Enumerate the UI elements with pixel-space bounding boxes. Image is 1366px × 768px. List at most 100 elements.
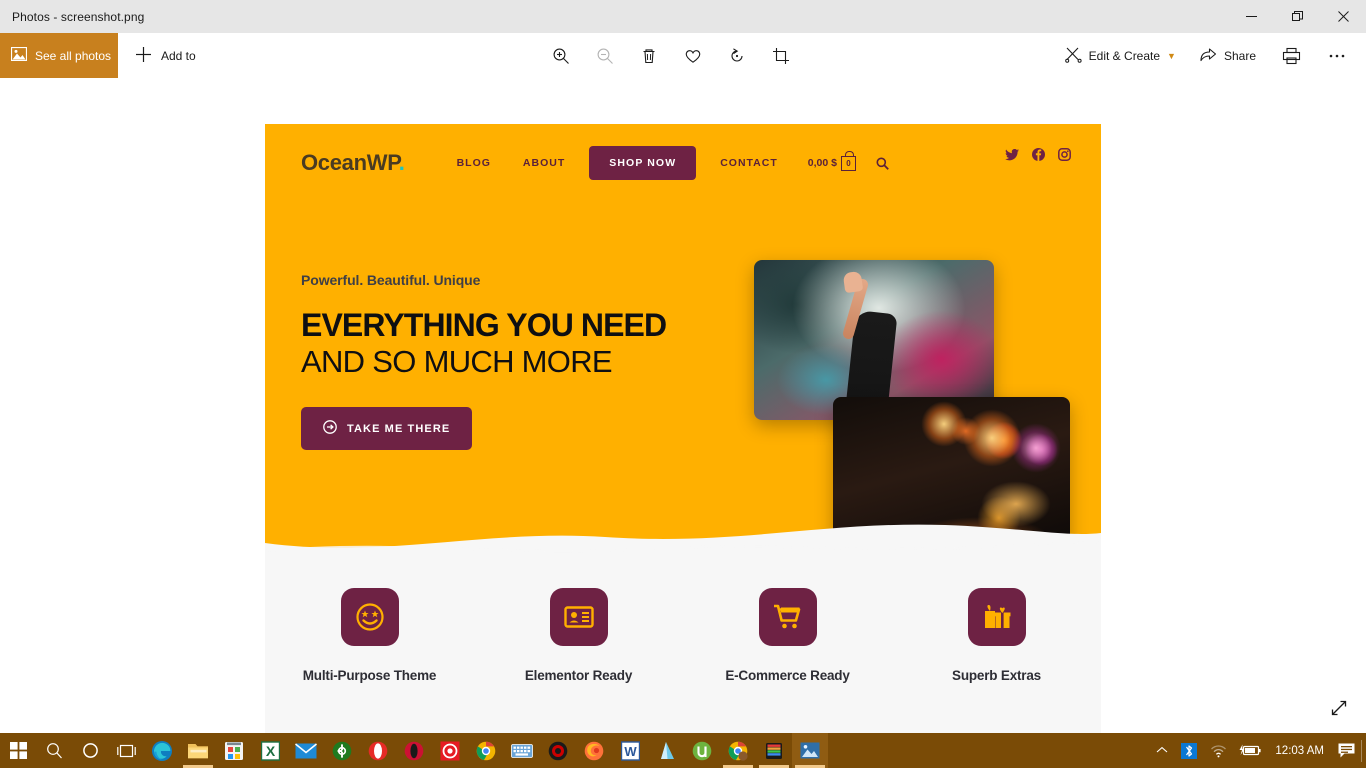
feature-multi-purpose-theme[interactable]: Multi-Purpose Theme [265, 588, 474, 733]
chrome-beta-icon[interactable] [720, 733, 756, 768]
more-options-icon[interactable] [1316, 35, 1358, 77]
instagram-icon[interactable] [1058, 148, 1071, 166]
taskbar-clock[interactable]: 12:03 AM [1267, 745, 1332, 757]
share-icon [1200, 47, 1217, 65]
feature-ecommerce-ready[interactable]: E-Commerce Ready [683, 588, 892, 733]
wave-divider [265, 524, 1101, 566]
see-all-photos-button[interactable]: See all photos [0, 33, 118, 78]
rotate-icon[interactable] [716, 35, 758, 77]
ubuntu-icon[interactable] [324, 733, 360, 768]
onscreen-keyboard-icon[interactable] [504, 733, 540, 768]
smoke-figure-hand [842, 270, 864, 294]
hero-copy: Powerful. Beautiful. Unique EVERYTHING Y… [301, 272, 721, 451]
share-button[interactable]: Share [1190, 35, 1266, 77]
search-icon[interactable] [876, 157, 889, 170]
hero-headline-light: AND SO MUCH MORE [301, 343, 613, 379]
cart-price: 0,00 $ [807, 157, 837, 169]
maximize-restore-button[interactable] [1274, 0, 1320, 33]
azure-data-studio-icon[interactable] [648, 733, 684, 768]
social-links [1005, 148, 1071, 166]
shopping-cart-icon [758, 588, 817, 646]
toolbar-center-tools [540, 35, 802, 77]
primary-nav: BLOG ABOUT SHOP NOW CONTACT 0,00 $ 0 [441, 146, 889, 180]
firework-burst [921, 401, 967, 447]
smiley-star-eyes-icon [340, 588, 399, 646]
shop-now-button[interactable]: SHOP NOW [589, 146, 697, 180]
facebook-icon[interactable] [1032, 148, 1045, 166]
firefox-icon[interactable] [576, 733, 612, 768]
svg-text:W: W [624, 744, 637, 759]
chevron-down-icon: ▼ [1167, 50, 1176, 61]
close-button[interactable] [1320, 0, 1366, 33]
wifi-icon[interactable] [1204, 733, 1233, 768]
twitter-icon[interactable] [1005, 148, 1019, 166]
winrar-icon[interactable] [756, 733, 792, 768]
excel-icon[interactable]: X [252, 733, 288, 768]
nav-item-about[interactable]: ABOUT [507, 157, 581, 169]
site-logo-dot: . [398, 150, 405, 175]
screenshot-image[interactable]: OceanWP. BLOG ABOUT SHOP NOW CONTACT 0,0… [265, 124, 1101, 733]
nav-item-blog[interactable]: BLOG [441, 157, 507, 169]
microsoft-store-icon[interactable] [216, 733, 252, 768]
take-me-there-button[interactable]: TAKE ME THERE [301, 407, 473, 451]
gift-boxes-icon [967, 588, 1026, 646]
site-logo[interactable]: OceanWP. [301, 150, 405, 176]
feature-label: Multi-Purpose Theme [302, 668, 437, 683]
edge-icon[interactable] [144, 733, 180, 768]
feature-elementor-ready[interactable]: Elementor Ready [474, 588, 683, 733]
cortana-button[interactable] [72, 733, 108, 768]
action-center-icon[interactable] [1332, 733, 1361, 768]
hero-headline-bold: EVERYTHING YOU NEED [301, 307, 667, 343]
print-icon[interactable] [1270, 35, 1312, 77]
utorrent-icon[interactable] [684, 733, 720, 768]
add-to-button[interactable]: Add to [136, 46, 196, 65]
svg-text:X: X [265, 743, 275, 759]
window-title: Photos - screenshot.png [12, 9, 145, 24]
hero-eyebrow: Powerful. Beautiful. Unique [301, 272, 481, 288]
file-explorer-icon[interactable] [180, 733, 216, 768]
id-card-icon [549, 588, 608, 646]
add-to-label: Add to [161, 48, 196, 63]
search-button[interactable] [36, 733, 72, 768]
window-controls [1228, 0, 1366, 33]
nav-item-contact[interactable]: CONTACT [704, 157, 794, 169]
site-navbar: OceanWP. BLOG ABOUT SHOP NOW CONTACT 0,0… [265, 124, 1101, 180]
feature-label: Elementor Ready [524, 668, 633, 683]
bluetooth-icon[interactable] [1174, 733, 1204, 768]
start-button[interactable] [0, 733, 36, 768]
opera-icon[interactable] [360, 733, 396, 768]
show-desktop-button[interactable] [1361, 739, 1362, 762]
see-all-photos-label: See all photos [35, 48, 112, 63]
favorite-icon[interactable] [672, 35, 714, 77]
word-icon[interactable]: W [612, 733, 648, 768]
screen-recorder-icon[interactable] [432, 733, 468, 768]
mail-icon[interactable] [288, 733, 324, 768]
crop-icon[interactable] [760, 35, 802, 77]
battery-charging-icon[interactable] [1233, 733, 1267, 768]
delete-icon[interactable] [628, 35, 670, 77]
share-label: Share [1223, 48, 1256, 63]
expand-fullscreen-icon[interactable] [1324, 693, 1354, 723]
edit-and-create-button[interactable]: Edit & Create ▼ [1055, 35, 1186, 77]
task-view-button[interactable] [108, 733, 144, 768]
photos-app-toolbar: See all photos Add to Edit & Create ▼ Sh… [0, 33, 1366, 78]
show-hidden-icons-button[interactable] [1150, 733, 1174, 768]
zoom-in-icon[interactable] [540, 35, 582, 77]
zoom-out-icon[interactable] [584, 35, 626, 77]
chrome-icon[interactable] [468, 733, 504, 768]
window-titlebar: Photos - screenshot.png [0, 0, 1366, 33]
features-section: Multi-Purpose Theme Elementor Ready E-Co… [265, 566, 1101, 733]
photos-icon[interactable] [792, 733, 828, 768]
windows-taskbar: X W 12:03 AM [0, 733, 1366, 768]
take-me-there-label: TAKE ME THERE [347, 422, 451, 435]
minimize-button[interactable] [1228, 0, 1274, 33]
cart-count-badge: 0 [840, 150, 856, 171]
plus-icon [136, 46, 151, 65]
edit-create-icon [1064, 46, 1082, 66]
opera-gx-icon[interactable] [396, 733, 432, 768]
cart-widget[interactable]: 0,00 $ 0 [807, 150, 856, 171]
obs-icon[interactable] [540, 733, 576, 768]
photo-viewer-stage: OceanWP. BLOG ABOUT SHOP NOW CONTACT 0,0… [0, 78, 1366, 733]
feature-label: E-Commerce Ready [725, 668, 850, 683]
feature-superb-extras[interactable]: Superb Extras [892, 588, 1101, 733]
